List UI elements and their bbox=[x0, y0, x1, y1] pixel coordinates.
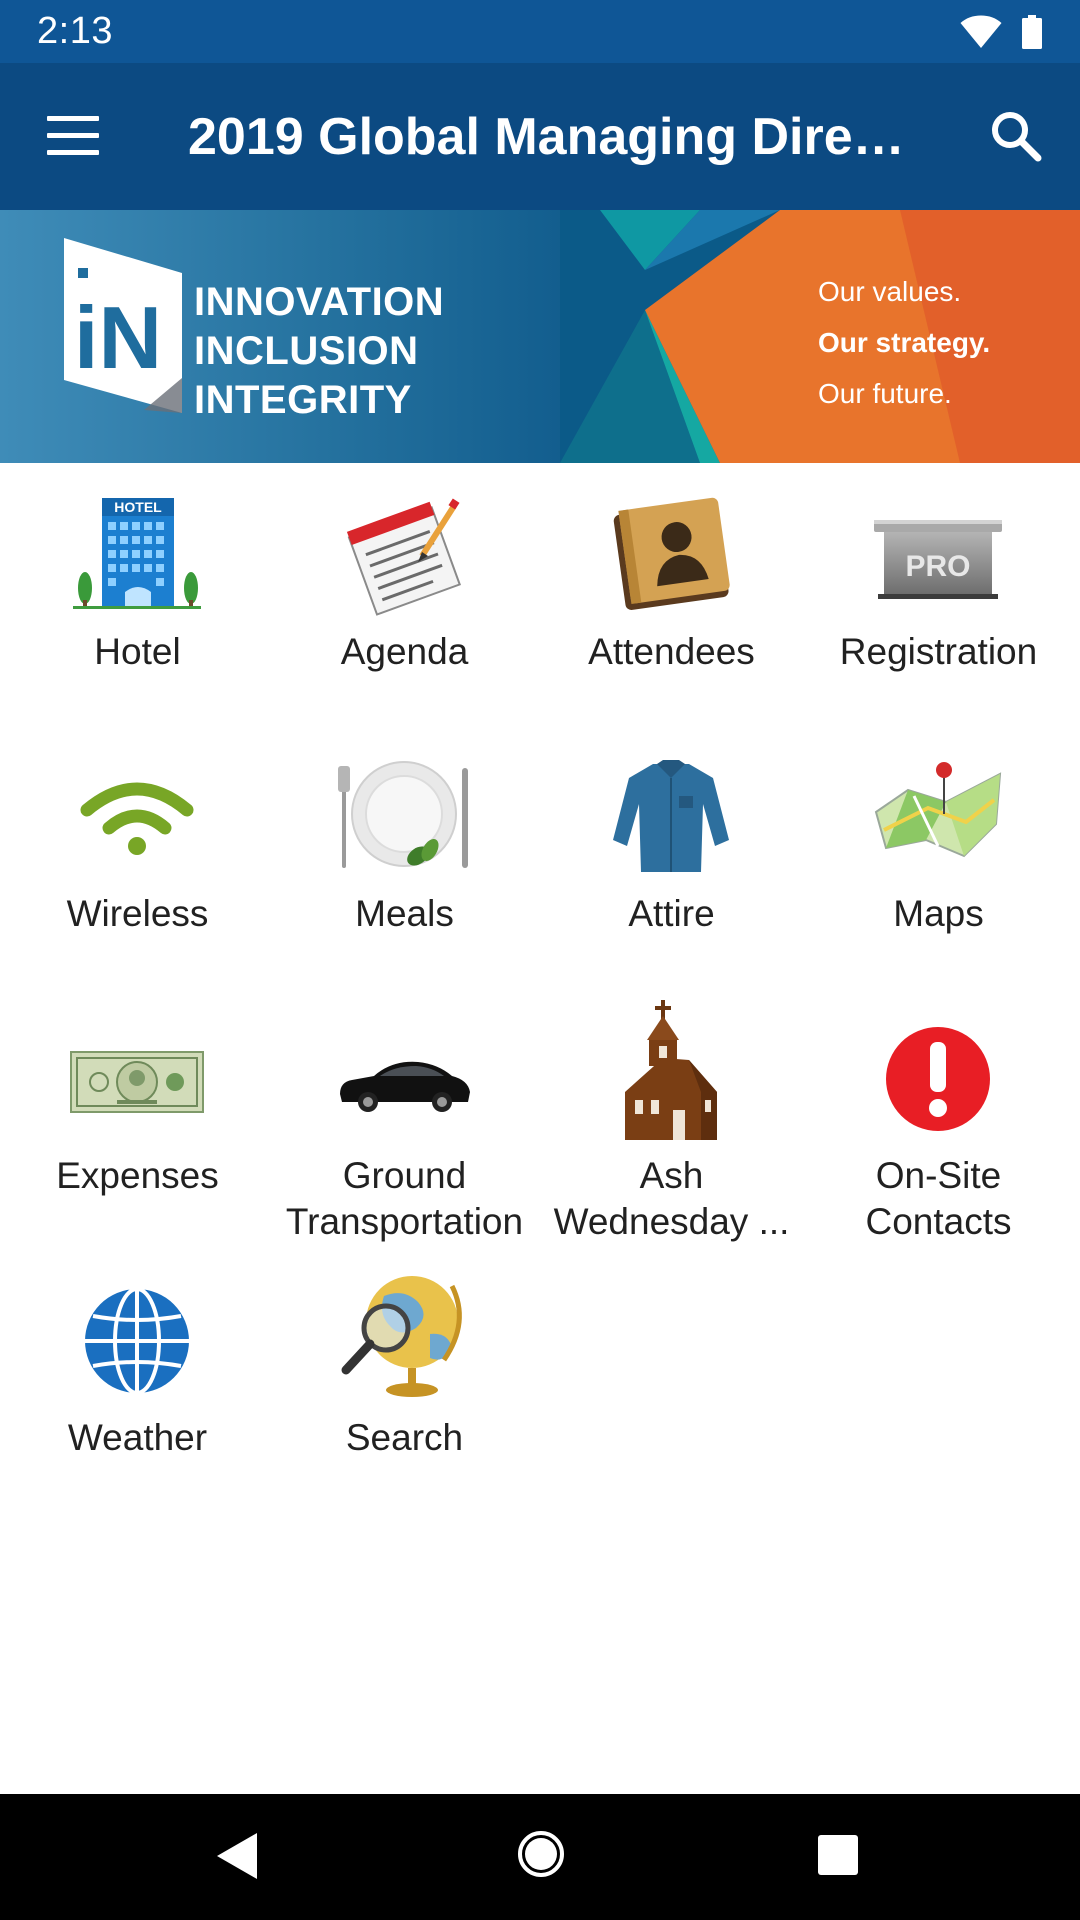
home-icon[interactable] bbox=[516, 1829, 566, 1879]
map-icon bbox=[868, 752, 1008, 882]
globe-icon bbox=[67, 1276, 207, 1406]
meals-icon bbox=[334, 752, 474, 882]
tile-label: Wireless bbox=[66, 893, 209, 934]
tile-attendees[interactable]: Attendees bbox=[538, 463, 805, 725]
wifi-icon bbox=[960, 15, 1002, 48]
app-bar: 2019 Global Managing Directors Meeting bbox=[0, 63, 1080, 210]
system-nav-bar bbox=[0, 1794, 1080, 1920]
strategy-line: Our strategy. bbox=[818, 327, 991, 358]
tile-label: Search bbox=[345, 1417, 464, 1458]
magnifier-globe-icon bbox=[334, 1276, 474, 1406]
tile-label: Attire bbox=[628, 893, 715, 934]
svg-text:PRO: PRO bbox=[905, 550, 970, 583]
svg-text:iN: iN bbox=[74, 288, 162, 387]
alert-icon bbox=[868, 1014, 1008, 1144]
tile-meals[interactable]: Meals bbox=[271, 725, 538, 987]
tile-label: Registration bbox=[839, 631, 1038, 672]
menu-icon[interactable] bbox=[47, 116, 99, 156]
tile-ash-wednesday[interactable]: Ash Wednesday ... bbox=[538, 987, 805, 1249]
tile-label: Agenda bbox=[340, 631, 469, 672]
values-line: Our values. bbox=[818, 276, 962, 307]
svg-text:HOTEL: HOTEL bbox=[114, 499, 162, 515]
tile-registration[interactable]: PRO Registration bbox=[805, 463, 1072, 725]
banner-values: Our values. Our strategy. Our future. bbox=[818, 266, 990, 419]
tag-line-innovation: INNOVATION bbox=[194, 280, 445, 324]
tile-label: Expenses bbox=[56, 1155, 219, 1196]
shirt-icon bbox=[601, 752, 741, 882]
status-bar: 2:13 bbox=[0, 0, 1080, 63]
tile-label: Ash Wednesday ... bbox=[553, 1155, 790, 1242]
attendees-icon bbox=[601, 490, 741, 620]
page-title: 2019 Global Managing Directors Meeting bbox=[188, 108, 928, 166]
church-icon bbox=[601, 1000, 741, 1144]
tile-wireless[interactable]: Wireless bbox=[4, 725, 271, 987]
tile-agenda[interactable]: Agenda bbox=[271, 463, 538, 725]
tile-label: Ground Transportation bbox=[285, 1155, 524, 1242]
tile-expenses[interactable]: Expenses bbox=[4, 987, 271, 1249]
tile-on-site-contacts[interactable]: On-Site Contacts bbox=[805, 987, 1072, 1249]
status-icons bbox=[960, 13, 1042, 51]
tile-attire[interactable]: Attire bbox=[538, 725, 805, 987]
tile-search[interactable]: Search bbox=[271, 1249, 538, 1511]
in-logo: iN bbox=[64, 238, 182, 413]
tile-hotel[interactable]: HOTEL Hotel bbox=[4, 463, 271, 725]
tile-label: Meals bbox=[355, 893, 454, 934]
search-icon[interactable] bbox=[990, 110, 1042, 162]
car-icon bbox=[334, 1014, 474, 1144]
tile-label: Hotel bbox=[94, 631, 181, 672]
status-time: 2:13 bbox=[37, 10, 113, 52]
wifi-icon bbox=[67, 752, 207, 882]
battery-icon bbox=[1022, 15, 1042, 49]
tile-label: On-Site Contacts bbox=[865, 1155, 1012, 1242]
tile-label: Attendees bbox=[588, 631, 755, 672]
future-line: Our future. bbox=[818, 378, 952, 409]
tile-label: Maps bbox=[893, 893, 984, 934]
banner-tag-lines: INNOVATION INCLUSION INTEGRITY bbox=[194, 278, 444, 425]
event-banner: iN INNOVATION INCLUSION INTEGRITY Our va… bbox=[0, 210, 1080, 463]
recent-apps-icon[interactable] bbox=[817, 1834, 859, 1876]
hotel-icon: HOTEL bbox=[67, 490, 207, 620]
dollar-bill-icon bbox=[67, 1014, 207, 1144]
tile-weather[interactable]: Weather bbox=[4, 1249, 271, 1511]
agenda-icon bbox=[334, 490, 474, 620]
back-icon[interactable] bbox=[215, 1831, 259, 1881]
tile-ground-transportation[interactable]: Ground Transportation bbox=[271, 987, 538, 1249]
tag-line-integrity: INTEGRITY bbox=[194, 378, 412, 422]
tile-maps[interactable]: Maps bbox=[805, 725, 1072, 987]
tag-line-inclusion: INCLUSION bbox=[194, 329, 419, 373]
registration-icon: PRO bbox=[868, 490, 1008, 620]
tile-label: Weather bbox=[67, 1417, 208, 1458]
